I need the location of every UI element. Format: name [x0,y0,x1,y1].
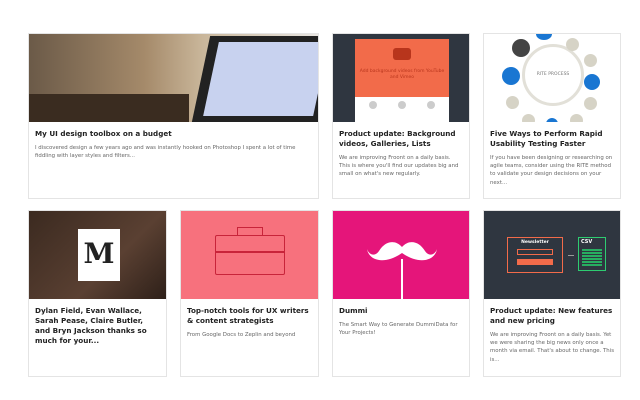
article-image-rite-process: RITE PROCESS [484,34,620,122]
article-image-video-mockup: Add background videos from YouTube and V… [333,34,469,122]
image-caption: Add background videos from YouTube and V… [359,69,445,80]
image-caption: RITE PROCESS [536,72,570,77]
article-card-ui-toolbox[interactable]: My UI design toolbox on a budget I disco… [28,33,319,199]
image-caption: CSV [581,239,593,245]
article-title[interactable]: My UI design toolbox on a budget [35,129,312,139]
article-card-rite-testing[interactable]: RITE PROCESS Five Ways to Perform Rapid … [483,33,621,199]
article-excerpt: If you have been designing or researchin… [490,155,613,186]
medium-logo-icon: M [83,237,115,270]
article-image-newsletter-csv: Newsletter CSV [484,211,620,299]
article-title[interactable]: Product update: Background videos, Galle… [339,129,463,149]
article-image-mustache [333,211,469,299]
article-card-ux-writers[interactable]: Top-notch tools for UX writers & content… [180,210,319,377]
article-excerpt: From Google Docs to Zeplin and beyond [187,332,296,338]
article-card-new-pricing[interactable]: Newsletter CSV Product update: New featu… [483,210,621,377]
article-excerpt: We are improving Froont on a daily basis… [490,332,615,363]
article-title[interactable]: Dylan Field, Evan Wallace, Sarah Pease, … [35,306,160,346]
article-title[interactable]: Five Ways to Perform Rapid Usability Tes… [490,129,614,149]
article-excerpt: We are improving Froont on a daily basis… [339,155,459,178]
youtube-icon [393,48,411,60]
article-card-dummi[interactable]: Dummi The Smart Way to Generate DummiDat… [332,210,470,377]
article-image-desk-laptop [29,34,318,122]
article-card-figma-thanks[interactable]: M Dylan Field, Evan Wallace, Sarah Pease… [28,210,167,377]
image-caption: Newsletter [521,240,549,245]
article-title[interactable]: Top-notch tools for UX writers & content… [187,306,312,326]
article-image-toolbox [181,211,318,299]
article-card-background-videos[interactable]: Add background videos from YouTube and V… [332,33,470,199]
article-image-medium-logo: M [29,211,166,299]
toolbox-icon [215,235,285,275]
article-title[interactable]: Dummi [339,306,463,316]
article-title[interactable]: Product update: New features and new pri… [490,306,614,326]
article-excerpt: The Smart Way to Generate DummiData for … [339,322,458,337]
article-excerpt: I discovered design a few years ago and … [35,145,296,160]
